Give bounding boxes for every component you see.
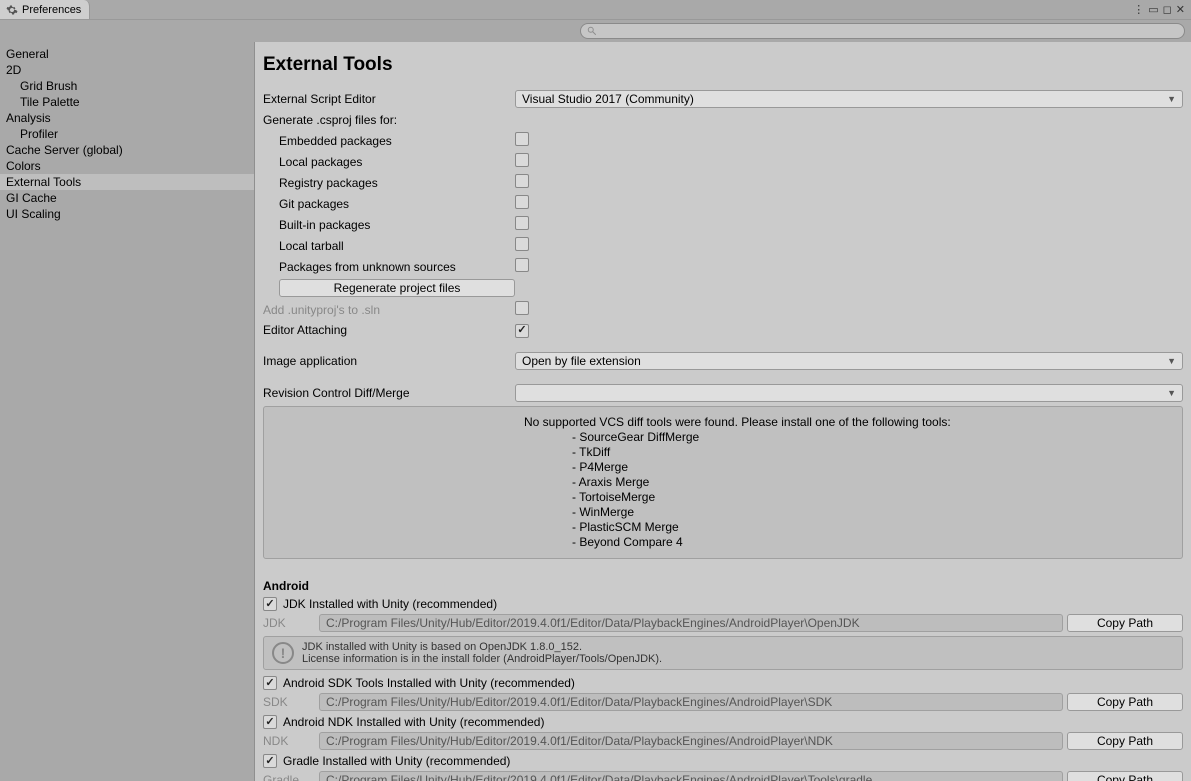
ndk-label: NDK [263, 734, 315, 748]
diff-dropdown[interactable]: ▼ [515, 384, 1183, 402]
gradle-label: Gradle [263, 773, 315, 781]
csproj-checkbox[interactable] [515, 174, 529, 188]
gradle-copy-button[interactable]: Copy Path [1067, 771, 1183, 781]
vcs-tool-item: - Araxis Merge [524, 475, 1170, 490]
ndk-copy-button[interactable]: Copy Path [1067, 732, 1183, 750]
chevron-down-icon: ▼ [1167, 356, 1176, 366]
csproj-checkbox[interactable] [515, 216, 529, 230]
sidebar-item-analysis[interactable]: Analysis [0, 110, 254, 126]
search-input[interactable] [601, 25, 1178, 37]
sidebar-item-grid-brush[interactable]: Grid Brush [0, 78, 254, 94]
search-icon [587, 26, 597, 36]
chevron-down-icon: ▼ [1167, 388, 1176, 398]
sidebar-item-profiler[interactable]: Profiler [0, 126, 254, 142]
vcs-tool-item: - SourceGear DiffMerge [524, 430, 1170, 445]
add-sln-checkbox [515, 301, 529, 315]
gradle-check-label: Gradle Installed with Unity (recommended… [283, 754, 510, 768]
jdk-path-input[interactable] [319, 614, 1063, 632]
editor-attaching-label: Editor Attaching [263, 323, 515, 337]
sdk-checkbox[interactable] [263, 676, 277, 690]
maximize-icon[interactable]: ◻ [1163, 3, 1172, 16]
gear-icon [6, 4, 18, 16]
csproj-item-label: Git packages [263, 197, 515, 211]
sdk-check-label: Android SDK Tools Installed with Unity (… [283, 676, 575, 690]
main-panel: External Tools External Script Editor Vi… [255, 42, 1191, 781]
csproj-checkbox[interactable] [515, 132, 529, 146]
csproj-checkbox[interactable] [515, 237, 529, 251]
sidebar-item-2d[interactable]: 2D [0, 62, 254, 78]
regenerate-button[interactable]: Regenerate project files [279, 279, 515, 297]
csproj-item-label: Local tarball [263, 239, 515, 253]
csproj-item-label: Packages from unknown sources [263, 260, 515, 274]
preferences-tab[interactable]: Preferences [0, 0, 90, 19]
android-header: Android [263, 579, 1183, 593]
image-app-dropdown[interactable]: Open by file extension ▼ [515, 352, 1183, 370]
sidebar-item-external-tools[interactable]: External Tools [0, 174, 254, 190]
sidebar-item-gi-cache[interactable]: GI Cache [0, 190, 254, 206]
sidebar-item-ui-scaling[interactable]: UI Scaling [0, 206, 254, 222]
sdk-copy-button[interactable]: Copy Path [1067, 693, 1183, 711]
page-title: External Tools [263, 54, 1183, 76]
add-sln-label: Add .unityproj's to .sln [263, 303, 515, 317]
search-box[interactable] [580, 23, 1185, 39]
jdk-copy-button[interactable]: Copy Path [1067, 614, 1183, 632]
sidebar: General2DGrid BrushTile PaletteAnalysisP… [0, 42, 255, 781]
sidebar-item-cache-server-global-[interactable]: Cache Server (global) [0, 142, 254, 158]
vcs-notice: No supported VCS diff tools were found. … [263, 406, 1183, 559]
csproj-header: Generate .csproj files for: [263, 113, 515, 127]
diff-label: Revision Control Diff/Merge [263, 386, 515, 400]
vcs-tool-item: - P4Merge [524, 460, 1170, 475]
sdk-label: SDK [263, 695, 315, 709]
csproj-item-label: Local packages [263, 155, 515, 169]
image-app-label: Image application [263, 354, 515, 368]
jdk-checkbox[interactable] [263, 597, 277, 611]
csproj-item-label: Registry packages [263, 176, 515, 190]
sdk-path-input[interactable] [319, 693, 1063, 711]
jdk-check-label: JDK Installed with Unity (recommended) [283, 597, 497, 611]
vcs-tool-item: - PlasticSCM Merge [524, 520, 1170, 535]
csproj-checkbox[interactable] [515, 195, 529, 209]
sidebar-item-colors[interactable]: Colors [0, 158, 254, 174]
jdk-info: ! JDK installed with Unity is based on O… [263, 636, 1183, 670]
gradle-path-input[interactable] [319, 771, 1063, 781]
sidebar-item-general[interactable]: General [0, 46, 254, 62]
info-icon: ! [272, 642, 294, 664]
vcs-tool-item: - TkDiff [524, 445, 1170, 460]
sidebar-item-tile-palette[interactable]: Tile Palette [0, 94, 254, 110]
vcs-tool-item: - TortoiseMerge [524, 490, 1170, 505]
ext-editor-label: External Script Editor [263, 92, 515, 106]
menu-icon[interactable]: ⋮ [1133, 3, 1144, 16]
tab-title: Preferences [22, 4, 81, 16]
csproj-checkbox[interactable] [515, 258, 529, 272]
csproj-checkbox[interactable] [515, 153, 529, 167]
ndk-path-input[interactable] [319, 732, 1063, 750]
close-icon[interactable]: ✕ [1176, 3, 1185, 16]
minimize-icon[interactable]: ▭ [1148, 3, 1158, 16]
editor-attaching-checkbox[interactable] [515, 324, 529, 338]
ext-editor-dropdown[interactable]: Visual Studio 2017 (Community) ▼ [515, 90, 1183, 108]
gradle-checkbox[interactable] [263, 754, 277, 768]
ndk-checkbox[interactable] [263, 715, 277, 729]
vcs-tool-item: - Beyond Compare 4 [524, 535, 1170, 550]
csproj-item-label: Built-in packages [263, 218, 515, 232]
chevron-down-icon: ▼ [1167, 94, 1176, 104]
ndk-check-label: Android NDK Installed with Unity (recomm… [283, 715, 544, 729]
vcs-tool-item: - WinMerge [524, 505, 1170, 520]
csproj-item-label: Embedded packages [263, 134, 515, 148]
jdk-label: JDK [263, 616, 315, 630]
